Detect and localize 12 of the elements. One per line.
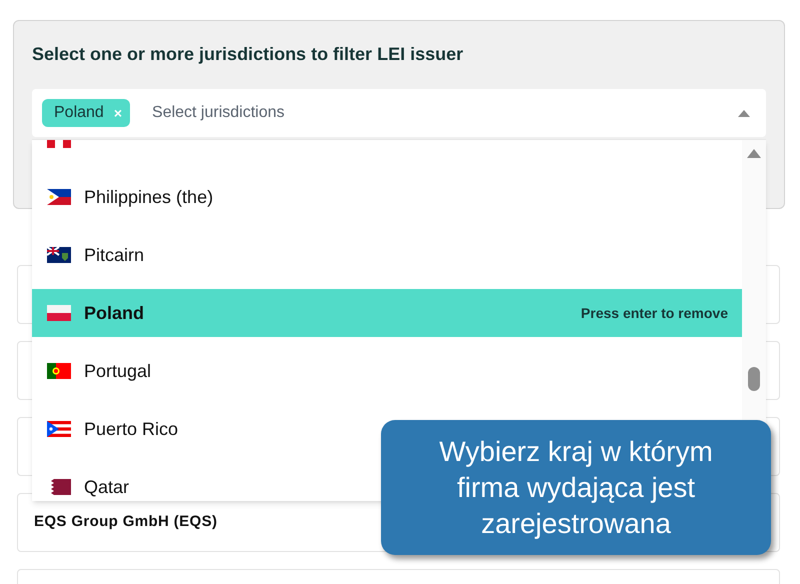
option-label: Qatar [84, 476, 130, 498]
option-hint: Press enter to remove [580, 304, 728, 322]
option-label: Portugal [84, 360, 152, 383]
option-label: Pitcairn [84, 244, 144, 266]
option-label: Philippines (the) [84, 186, 214, 209]
option-label: Poland [84, 302, 144, 324]
issuer-name: EQS Group GmbH (EQS) [34, 512, 218, 532]
panel-title: Select one or more jurisdictions to filter LEI issuer [32, 43, 464, 66]
chip-label: Poland [54, 103, 104, 123]
select-placeholder: Select jurisdictions [152, 103, 285, 123]
callout-text: Wybierz kraj w którym firma wydająca jest zarejestrowana [438, 434, 714, 541]
option-label: Puerto Rico [84, 418, 178, 440]
